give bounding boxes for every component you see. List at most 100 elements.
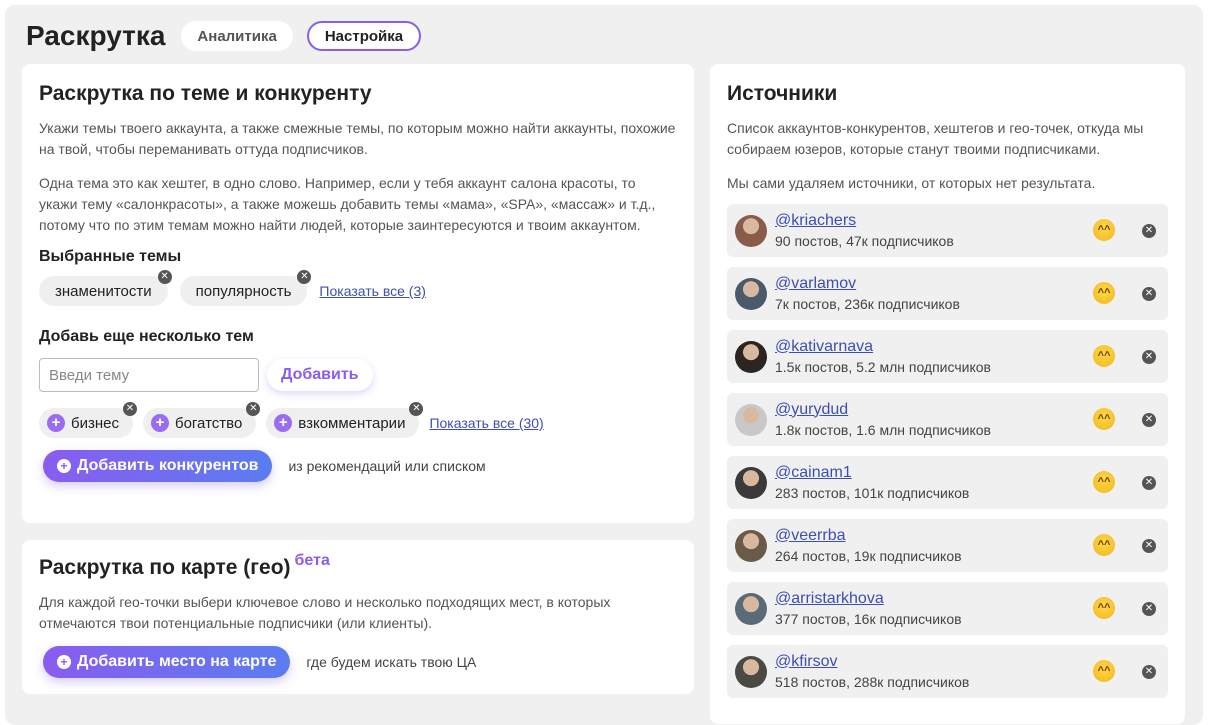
themes-card: Раскрутка по теме и конкуренту Укажи тем…	[22, 64, 694, 523]
tab-settings[interactable]: Настройка	[306, 21, 422, 51]
source-handle-link[interactable]: @kativarnava	[775, 337, 991, 357]
source-item: @kfirsov 518 постов, 288к подписчиков ^^ ✕	[727, 645, 1168, 698]
avatar	[735, 214, 767, 247]
add-competitors-hint: из рекомендаций или списком	[288, 458, 486, 474]
source-handle-link[interactable]: @kfirsov	[775, 652, 969, 672]
source-info: @yurydud 1.8к постов, 1.6 млн подписчиков	[775, 400, 991, 440]
laughing-emoji-icon: ^^	[1093, 345, 1115, 367]
avatar	[735, 403, 767, 436]
source-handle-link[interactable]: @cainam1	[775, 463, 969, 483]
avatar	[735, 277, 767, 310]
add-topic-row: Добавить	[39, 358, 677, 392]
source-info: @cainam1 283 постов, 101к подписчиков	[775, 463, 969, 503]
source-item: @cainam1 283 постов, 101к подписчиков ^^ ✕	[727, 456, 1168, 509]
selected-topic-chip: знаменитости ✕	[39, 270, 172, 306]
source-stats: 283 постов, 101к подписчиков	[775, 484, 970, 501]
add-competitors-button[interactable]: + Добавить конкурентов	[43, 450, 273, 482]
source-item: @varlamov 7к постов, 236к подписчиков ^^ ✕	[727, 267, 1168, 320]
source-info: @arristarkhova 377 постов, 16к подписчико…	[775, 589, 962, 629]
laughing-emoji-icon: ^^	[1093, 408, 1115, 430]
remove-source-icon[interactable]: ✕	[1142, 476, 1156, 490]
source-handle-link[interactable]: @varlamov	[775, 274, 960, 294]
suggested-topic-chip[interactable]: + богатство ✕	[142, 402, 261, 438]
topic-label: богатство	[174, 414, 243, 432]
tab-analytics[interactable]: Аналитика	[181, 21, 293, 51]
source-info: @kfirsov 518 постов, 288к подписчиков	[775, 652, 969, 692]
remove-topic-icon[interactable]: ✕	[246, 402, 261, 416]
plus-icon: +	[150, 414, 169, 432]
add-place-hint: где будем искать твою ЦА	[306, 654, 477, 670]
source-item: @kativarnava 1.5к постов, 5.2 млн подписч…	[727, 330, 1168, 383]
source-stats: 7к постов, 236к подписчиков	[775, 295, 960, 312]
themes-description-2: Одна тема это как хештег, в одно слово. …	[39, 175, 656, 233]
suggested-topics-list: + бизнес ✕ + богатство ✕ + взкомментарии…	[39, 402, 677, 438]
page-title: Раскрутка	[26, 20, 166, 51]
laughing-emoji-icon: ^^	[1093, 471, 1115, 493]
themes-description-1: Укажи темы твоего аккаунта, а также смеж…	[39, 120, 676, 157]
laughing-emoji-icon: ^^	[1093, 534, 1115, 556]
sources-description-1: Список аккаунтов-конкурентов, хештегов и…	[727, 120, 1144, 157]
source-item: @kriachers 90 постов, 47к подписчиков ^^ ✕	[727, 204, 1168, 257]
plus-icon: +	[57, 655, 71, 669]
source-stats: 1.5к постов, 5.2 млн подписчиков	[775, 358, 991, 375]
suggested-topic-chip[interactable]: + взкомментарии ✕	[266, 402, 424, 438]
geo-title-text: Раскрутка по карте (гео)	[39, 556, 291, 579]
source-info: @veerrba 264 постов, 19к подписчиков	[775, 526, 962, 566]
remove-source-icon[interactable]: ✕	[1142, 287, 1156, 301]
remove-source-icon[interactable]: ✕	[1142, 350, 1156, 364]
add-place-row: + Добавить место на карте где будем иска…	[39, 646, 677, 678]
source-handle-link[interactable]: @yurydud	[775, 400, 991, 420]
source-stats: 264 постов, 19к подписчиков	[775, 547, 962, 564]
topic-label: бизнес	[71, 414, 119, 432]
source-handle-link[interactable]: @arristarkhova	[775, 589, 962, 609]
topic-label: знаменитости	[55, 282, 152, 300]
remove-topic-icon[interactable]: ✕	[122, 402, 137, 416]
source-stats: 518 постов, 288к подписчиков	[775, 673, 970, 690]
source-handle-link[interactable]: @kriachers	[775, 211, 954, 231]
remove-topic-icon[interactable]: ✕	[297, 270, 312, 284]
page-header: Раскрутка Аналитика Настройка	[26, 20, 422, 52]
suggested-topic-chip[interactable]: + бизнес ✕	[39, 402, 137, 438]
add-topic-button[interactable]: Добавить	[267, 359, 373, 391]
beta-badge: бета	[294, 552, 330, 569]
themes-card-title: Раскрутка по теме и конкуренту	[39, 82, 372, 105]
avatar	[735, 529, 767, 562]
geo-card: Раскрутка по карте (гео) бета Для каждой …	[22, 540, 694, 694]
avatar	[735, 655, 767, 688]
avatar	[735, 592, 767, 625]
source-stats: 1.8к постов, 1.6 млн подписчиков	[775, 421, 991, 438]
topic-label: популярность	[195, 282, 292, 300]
add-competitors-row: + Добавить конкурентов из рекомендаций и…	[39, 450, 677, 482]
topic-input[interactable]	[39, 358, 259, 392]
source-item: @veerrba 264 постов, 19к подписчиков ^^ ✕	[727, 519, 1168, 572]
sources-list: @kriachers 90 постов, 47к подписчиков ^^ ✕ @…	[727, 204, 1168, 698]
source-info: @kriachers 90 постов, 47к подписчиков	[775, 211, 954, 251]
source-handle-link[interactable]: @veerrba	[775, 526, 962, 546]
topic-label: взкомментарии	[298, 414, 406, 432]
source-item: @yurydud 1.8к постов, 1.6 млн подписчиков…	[727, 393, 1168, 446]
source-info: @varlamov 7к постов, 236к подписчиков	[775, 274, 960, 314]
laughing-emoji-icon: ^^	[1093, 219, 1115, 241]
sources-card-title: Источники	[727, 82, 838, 105]
remove-source-icon[interactable]: ✕	[1142, 539, 1156, 553]
laughing-emoji-icon: ^^	[1093, 660, 1115, 682]
remove-topic-icon[interactable]: ✕	[157, 270, 172, 284]
source-info: @kativarnava 1.5к постов, 5.2 млн подписч…	[775, 337, 991, 377]
add-place-button[interactable]: + Добавить место на карте	[43, 646, 291, 678]
plus-icon: +	[57, 459, 71, 473]
selected-topic-chip: популярность ✕	[179, 270, 312, 306]
source-stats: 90 постов, 47к подписчиков	[775, 232, 954, 249]
plus-icon: +	[47, 414, 65, 432]
avatar	[735, 340, 767, 373]
remove-source-icon[interactable]: ✕	[1142, 413, 1156, 427]
add-topics-label: Добавь еще несколько тем	[39, 328, 254, 345]
remove-topic-icon[interactable]: ✕	[409, 402, 424, 416]
show-all-selected-link[interactable]: Показать все (3)	[319, 283, 425, 299]
remove-source-icon[interactable]: ✕	[1142, 665, 1156, 679]
sources-card: Источники Список аккаунтов-конкурентов, …	[710, 64, 1185, 724]
show-all-suggested-link[interactable]: Показать все (30)	[429, 415, 543, 431]
avatar	[735, 466, 767, 499]
remove-source-icon[interactable]: ✕	[1142, 602, 1156, 616]
remove-source-icon[interactable]: ✕	[1142, 224, 1156, 238]
laughing-emoji-icon: ^^	[1093, 282, 1115, 304]
